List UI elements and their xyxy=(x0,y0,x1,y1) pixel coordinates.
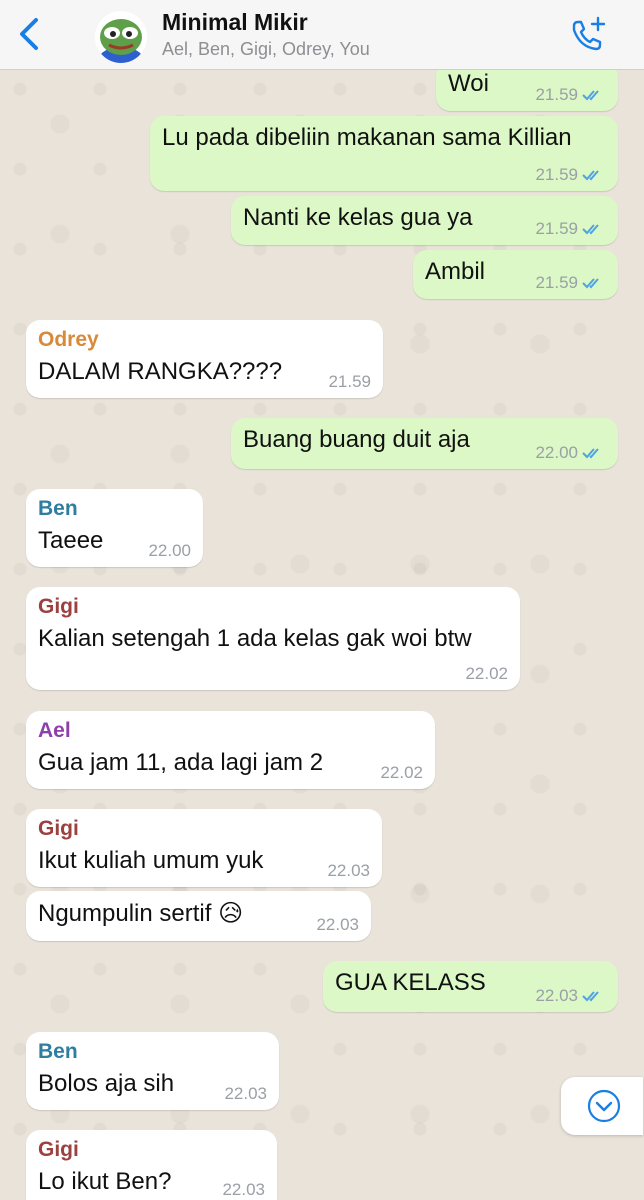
double-check-icon xyxy=(582,224,599,235)
group-members[interactable]: Ael, Ben, Gigi, Odrey, You xyxy=(162,39,370,60)
message-meta: 22.03 xyxy=(535,986,606,1006)
message-meta: 21.59 xyxy=(328,372,371,392)
message-bubble-outgoing[interactable]: GUA KELASS 22.03 xyxy=(323,961,618,1012)
sender-name: Gigi xyxy=(38,817,79,840)
message-text: DALAM RANGKA???? xyxy=(38,358,283,385)
message-bubble-incoming[interactable]: Ael Gua jam 11, ada lagi jam 2 22.02 xyxy=(26,711,435,789)
sender-name: Ael xyxy=(38,719,71,742)
sender-name: Odrey xyxy=(38,328,99,351)
add-call-icon[interactable] xyxy=(566,14,610,54)
sender-name: Ben xyxy=(38,1040,78,1063)
sender-name: Ben xyxy=(38,497,78,520)
message-text: Taeee xyxy=(38,527,104,554)
message-meta: 22.02 xyxy=(465,664,508,684)
message-text: Buang buang duit aja xyxy=(243,426,470,453)
message-meta: 22.03 xyxy=(316,915,359,935)
message-meta: 22.02 xyxy=(380,763,423,783)
message-time: 22.03 xyxy=(316,915,359,934)
chat-header: Minimal Mikir Ael, Ben, Gigi, Odrey, You xyxy=(0,0,644,70)
double-check-icon xyxy=(582,90,599,101)
message-bubble-incoming[interactable]: Ben Bolos aja sih 22.03 xyxy=(26,1032,279,1110)
message-text: Lu pada dibeliin makanan sama Killian xyxy=(162,124,572,151)
chat-title[interactable]: Minimal Mikir xyxy=(162,9,308,36)
chevron-down-icon xyxy=(587,1089,621,1123)
message-time: 21.59 xyxy=(328,372,371,391)
message-time: 22.03 xyxy=(224,1084,267,1103)
message-time: 21.59 xyxy=(535,165,578,184)
message-text: Ikut kuliah umum yuk xyxy=(38,847,264,874)
message-time: 22.00 xyxy=(535,443,578,462)
message-text: Nanti ke kelas gua ya xyxy=(243,204,473,231)
sender-name: Gigi xyxy=(38,1138,79,1161)
message-meta: 21.59 xyxy=(535,219,606,239)
message-time: 22.02 xyxy=(380,763,423,782)
message-time: 21.59 xyxy=(535,219,578,238)
message-meta: 22.00 xyxy=(535,443,606,463)
message-bubble-outgoing[interactable]: Buang buang duit aja 22.00 xyxy=(231,418,618,469)
message-bubble-outgoing[interactable]: Lu pada dibeliin makanan sama Killian 21… xyxy=(150,116,618,191)
message-bubble-incoming[interactable]: Gigi Ikut kuliah umum yuk 22.03 xyxy=(26,809,382,887)
message-meta: 22.00 xyxy=(148,541,191,561)
message-bubble-outgoing[interactable]: Nanti ke kelas gua ya 21.59 xyxy=(231,196,618,245)
double-check-icon xyxy=(582,991,599,1002)
message-bubble-incoming[interactable]: Odrey DALAM RANGKA???? 21.59 xyxy=(26,320,383,398)
message-time: 22.03 xyxy=(327,861,370,880)
chevron-left-icon[interactable] xyxy=(14,14,46,54)
message-text: Woi xyxy=(448,70,489,97)
message-bubble-outgoing[interactable]: Ambil 21.59 xyxy=(413,250,618,299)
double-check-icon xyxy=(582,278,599,289)
message-time: 22.03 xyxy=(535,986,578,1005)
message-meta: 21.59 xyxy=(535,85,606,105)
message-text: Bolos aja sih xyxy=(38,1070,175,1097)
message-meta: 21.59 xyxy=(535,273,606,293)
message-meta: 22.03 xyxy=(222,1180,265,1200)
message-time: 22.03 xyxy=(222,1180,265,1199)
scroll-to-bottom-button[interactable] xyxy=(561,1077,643,1135)
message-time: 21.59 xyxy=(535,85,578,104)
message-meta: 22.03 xyxy=(224,1084,267,1104)
message-text: Ngumpulin sertif 😥 xyxy=(38,900,244,927)
message-bubble-incoming[interactable]: Ben Taeee 22.00 xyxy=(26,489,203,567)
message-time: 22.00 xyxy=(148,541,191,560)
message-text: GUA KELASS xyxy=(335,969,486,996)
message-text: Lo ikut Ben? xyxy=(38,1168,172,1195)
message-bubble-incoming[interactable]: Ngumpulin sertif 😥 22.03 xyxy=(26,891,371,941)
avatar[interactable] xyxy=(95,11,147,63)
message-bubble-incoming[interactable]: Gigi Lo ikut Ben? 22.03 xyxy=(26,1130,277,1200)
message-meta: 21.59 xyxy=(535,165,606,185)
message-bubble-incoming[interactable]: Gigi Kalian setengah 1 ada kelas gak woi… xyxy=(26,587,520,690)
message-time: 21.59 xyxy=(535,273,578,292)
message-text: Kalian setengah 1 ada kelas gak woi btw xyxy=(38,625,472,652)
message-text: Gua jam 11, ada lagi jam 2 xyxy=(38,749,324,776)
message-meta: 22.03 xyxy=(327,861,370,881)
message-text: Ambil xyxy=(425,258,486,285)
sender-name: Gigi xyxy=(38,595,79,618)
message-time: 22.02 xyxy=(465,664,508,683)
double-check-icon xyxy=(582,448,599,459)
double-check-icon xyxy=(582,170,599,181)
